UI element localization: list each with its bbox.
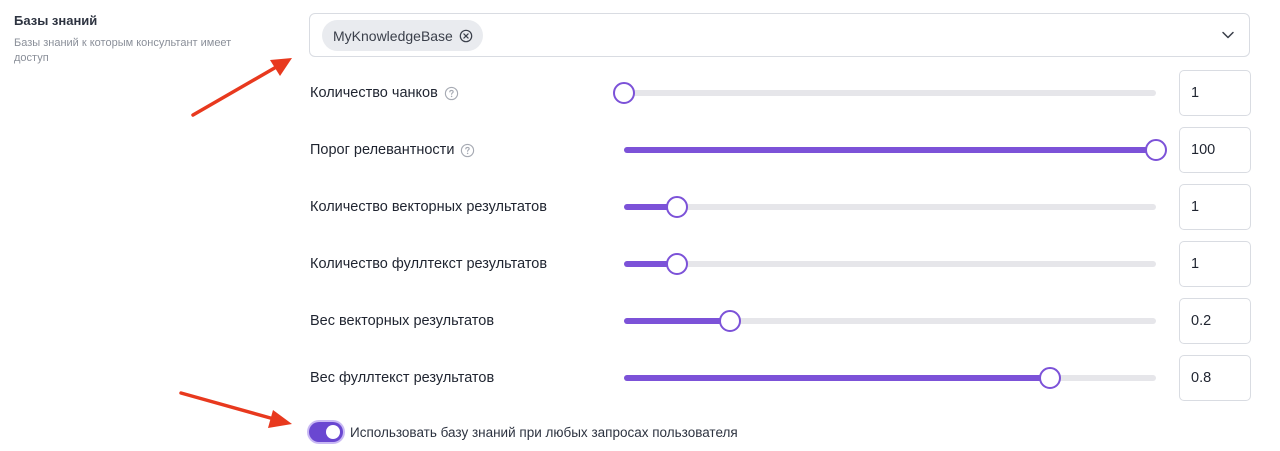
question-circle-icon[interactable]: [460, 143, 475, 158]
section-title: Базы знаний: [14, 13, 98, 28]
section-description: Базы знаний к которым консультант имеет …: [14, 37, 232, 64]
section-header: Базы знаний Базы знаний к которым консул…: [14, 13, 274, 66]
slider-fill: [624, 318, 730, 324]
knowledge-base-select[interactable]: MyKnowledgeBase: [309, 13, 1250, 57]
vector-weight-input[interactable]: [1179, 298, 1251, 344]
slider-thumb[interactable]: [613, 82, 635, 104]
fulltext-results-input[interactable]: [1179, 241, 1251, 287]
slider-thumb[interactable]: [666, 253, 688, 275]
toggle-label: Использовать базу знаний при любых запро…: [350, 424, 738, 440]
slider-row-chunks: Количество чанков: [309, 70, 1254, 116]
slider-label: Количество векторных результатов: [310, 199, 547, 215]
slider-track[interactable]: [624, 139, 1167, 161]
arrow-icon: [191, 58, 292, 117]
slider-track[interactable]: [624, 367, 1156, 389]
slider-thumb[interactable]: [1145, 139, 1167, 161]
slider-track[interactable]: [624, 196, 1156, 218]
close-circle-icon[interactable]: [459, 29, 473, 43]
slider-track[interactable]: [624, 310, 1156, 332]
slider-label: Количество чанков: [310, 85, 438, 101]
fulltext-weight-input[interactable]: [1179, 355, 1251, 401]
relevance-threshold-input[interactable]: [1179, 127, 1251, 173]
slider-fill: [624, 147, 1156, 153]
slider-label: Количество фуллтекст результатов: [310, 256, 548, 272]
slider-label: Вес векторных результатов: [310, 313, 495, 329]
always-use-kb-toggle[interactable]: [309, 422, 343, 442]
slider-row-fulltext-results: Количество фуллтекст результатов: [309, 241, 1254, 287]
slider-thumb[interactable]: [666, 196, 688, 218]
slider-row-fulltext-weight: Вес фуллтекст результатов: [309, 355, 1254, 401]
slider-thumb[interactable]: [719, 310, 741, 332]
vector-results-input[interactable]: [1179, 184, 1251, 230]
slider-thumb[interactable]: [1039, 367, 1061, 389]
slider-label: Порог релевантности: [310, 142, 455, 158]
knowledge-base-tag-label: MyKnowledgeBase: [333, 27, 453, 44]
knowledge-base-tag: MyKnowledgeBase: [322, 20, 483, 51]
slider-row-vector-results: Количество векторных результатов: [309, 184, 1254, 230]
always-use-kb-toggle-row: Использовать базу знаний при любых запро…: [309, 421, 738, 443]
slider-fill: [624, 375, 1050, 381]
chevron-down-icon[interactable]: [1221, 28, 1235, 42]
slider-track[interactable]: [613, 82, 1156, 104]
slider-label: Вес фуллтекст результатов: [310, 370, 495, 386]
toggle-knob: [326, 425, 340, 439]
slider-row-relevance-threshold: Порог релевантности: [309, 127, 1254, 173]
arrow-icon: [179, 391, 292, 428]
slider-track[interactable]: [624, 253, 1156, 275]
slider-row-vector-weight: Вес векторных результатов: [309, 298, 1254, 344]
question-circle-icon[interactable]: [444, 86, 459, 101]
chunks-count-input[interactable]: [1179, 70, 1251, 116]
